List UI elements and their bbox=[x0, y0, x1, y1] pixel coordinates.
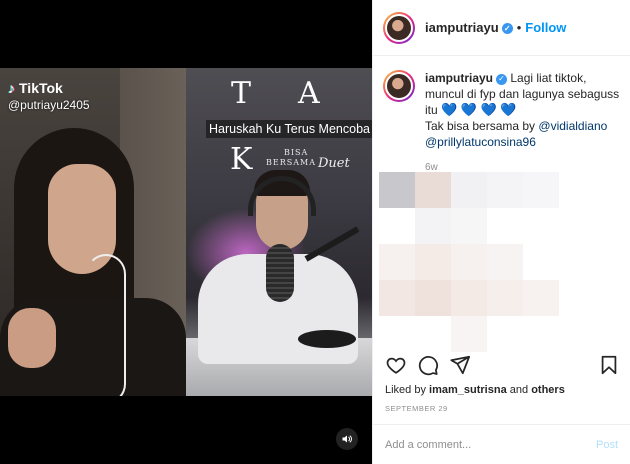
post-comment-button[interactable]: Post bbox=[596, 439, 618, 451]
lyric-letter: T bbox=[231, 76, 252, 111]
blur-tile bbox=[523, 280, 559, 316]
blur-tile bbox=[451, 244, 487, 280]
likes-others[interactable]: others bbox=[531, 384, 565, 396]
blue-heart-emojis: 💙 💙 💙 💙 bbox=[441, 102, 517, 117]
likes-prefix: Liked by bbox=[385, 384, 426, 396]
comment-input[interactable] bbox=[385, 438, 590, 451]
post-date[interactable]: SEPTEMBER 29 bbox=[385, 404, 448, 413]
song-title-line1: BISA bbox=[284, 148, 309, 157]
blur-tile bbox=[451, 208, 487, 244]
song-duet-label: Duet bbox=[318, 156, 350, 171]
avatar-image bbox=[385, 13, 413, 42]
mention-link[interactable]: @vidialdiano bbox=[538, 119, 607, 133]
tiktok-brand-label: TikTok bbox=[19, 80, 63, 96]
tiktok-brand: ♪ TikTok bbox=[8, 80, 90, 96]
header-username[interactable]: iamputriayu ✓ bbox=[425, 20, 513, 35]
caption: iamputriayu ✓ Lagi liat tiktok, muncul di… bbox=[383, 70, 622, 176]
blur-tile bbox=[451, 280, 487, 316]
mention-link[interactable]: @prillylatuconsina96 bbox=[425, 135, 536, 149]
post-media[interactable]: ♪ TikTok @putriayu2405 T A K Haruskah Ku… bbox=[0, 0, 372, 464]
singer-hand bbox=[8, 308, 56, 368]
post-header: iamputriayu ✓ • Follow bbox=[373, 0, 630, 56]
blurred-comments bbox=[379, 172, 625, 352]
verified-badge-icon: ✓ bbox=[501, 23, 513, 34]
blur-tile bbox=[415, 172, 451, 208]
blur-tile bbox=[523, 172, 559, 208]
blur-tile bbox=[451, 172, 487, 208]
likes-summary: Liked by imam_sutrisna and others bbox=[385, 384, 565, 396]
likes-conjunction: and bbox=[509, 384, 529, 396]
song-title-line2: BERSAMA bbox=[266, 158, 316, 167]
blur-tile bbox=[415, 280, 451, 316]
blur-tile bbox=[451, 316, 487, 352]
mic-base bbox=[298, 330, 356, 348]
blur-tile bbox=[415, 208, 451, 244]
verified-badge-icon: ✓ bbox=[496, 73, 508, 85]
paper-plane-icon[interactable] bbox=[449, 354, 471, 376]
speaker-icon[interactable] bbox=[336, 428, 358, 450]
separator-dot: • bbox=[516, 20, 522, 35]
lyric-letter: A bbox=[298, 76, 320, 111]
caption-username[interactable]: iamputriayu bbox=[425, 71, 493, 85]
action-bar bbox=[385, 354, 620, 378]
blur-tile bbox=[487, 244, 523, 280]
song-title: BISA BERSAMA bbox=[266, 148, 316, 168]
comment-bar: Post bbox=[373, 424, 630, 464]
video-frame[interactable]: ♪ TikTok @putriayu2405 T A K Haruskah Ku… bbox=[0, 68, 372, 396]
follow-button[interactable]: Follow bbox=[525, 20, 566, 35]
tiktok-video-panel: ♪ TikTok @putriayu2405 bbox=[0, 68, 186, 396]
avatar[interactable] bbox=[383, 11, 415, 44]
caption-line2: Tak bisa bersama by bbox=[425, 119, 536, 133]
caption-text: iamputriayu ✓ Lagi liat tiktok, muncul di… bbox=[425, 70, 622, 176]
post-sidebar: iamputriayu ✓ • Follow iamputriayu ✓ Lagi … bbox=[372, 0, 630, 464]
tiktok-watermark: ♪ TikTok @putriayu2405 bbox=[8, 80, 90, 112]
blur-tile bbox=[379, 280, 415, 316]
tiktok-logo-icon: ♪ bbox=[8, 80, 15, 96]
tiktok-username: @putriayu2405 bbox=[8, 98, 90, 112]
header-username-label: iamputriayu bbox=[425, 20, 499, 35]
speaker-glyph bbox=[342, 435, 353, 443]
blur-tile bbox=[379, 244, 415, 280]
mic-arm bbox=[304, 226, 360, 262]
earphone-cable bbox=[86, 254, 126, 396]
bookmark-icon[interactable] bbox=[598, 354, 620, 376]
duet-video-panel: T A K Haruskah Ku Terus Mencoba BISA BER… bbox=[186, 68, 372, 396]
avatar-image bbox=[385, 72, 413, 100]
comment-icon[interactable] bbox=[417, 354, 439, 376]
lyric-caption: Haruskah Ku Terus Mencoba bbox=[206, 120, 372, 138]
blur-tile bbox=[487, 172, 523, 208]
blur-tile bbox=[379, 172, 415, 208]
blur-tile bbox=[487, 280, 523, 316]
heart-icon[interactable] bbox=[385, 354, 407, 376]
studio-microphone bbox=[266, 244, 294, 302]
lyric-letter: K bbox=[230, 142, 253, 177]
blur-tile bbox=[415, 244, 451, 280]
avatar[interactable] bbox=[383, 70, 415, 102]
likes-user[interactable]: imam_sutrisna bbox=[429, 384, 507, 396]
